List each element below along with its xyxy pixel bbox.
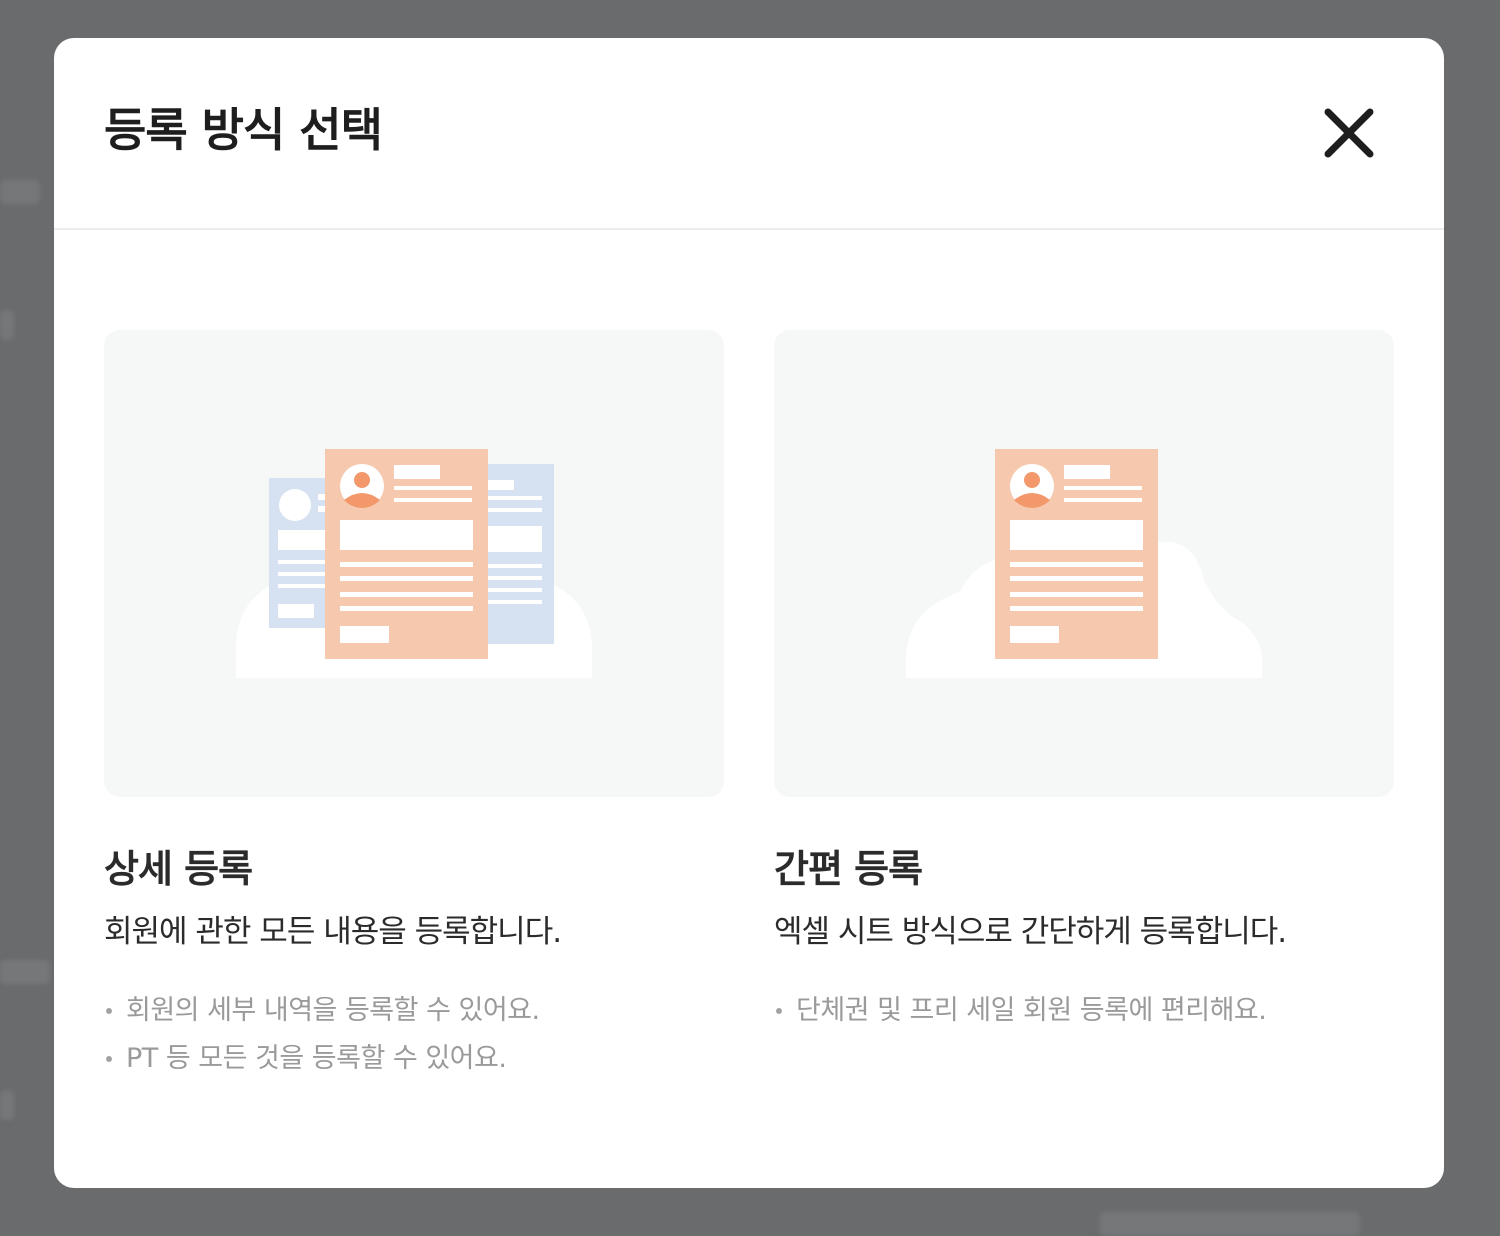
backdrop-hint — [0, 960, 50, 984]
option-detailed-registration[interactable]: 상세 등록 회원에 관한 모든 내용을 등록합니다. 회원의 세부 내역을 등록… — [104, 330, 724, 1083]
close-icon — [1324, 108, 1374, 158]
registration-method-modal: 등록 방식 선택 상세 등록 회원에 관한 모든 내용을 등록합니다. 회원의 … — [54, 38, 1444, 1188]
multiple-profile-documents-icon — [236, 449, 592, 678]
option-description: 엑셀 시트 방식으로 간단하게 등록합니다. — [774, 914, 1287, 950]
feature-item: 회원의 세부 내역을 등록할 수 있어요. — [104, 987, 724, 1035]
backdrop-hint — [0, 310, 14, 340]
bullet-dot-icon — [106, 1056, 112, 1062]
option-simple-registration[interactable]: 간편 등록 엑셀 시트 방식으로 간단하게 등록합니다. 단체권 및 프리 세일… — [774, 330, 1394, 1035]
detailed-registration-illustration[interactable] — [104, 330, 724, 797]
feature-text: PT 등 모든 것을 등록할 수 있어요. — [126, 1043, 507, 1074]
option-title: 간편 등록 — [774, 847, 923, 891]
single-profile-document-icon — [906, 449, 1262, 678]
option-title: 상세 등록 — [104, 847, 253, 891]
close-button[interactable] — [1320, 104, 1378, 162]
feature-list: 단체권 및 프리 세일 회원 등록에 편리해요. — [774, 987, 1394, 1035]
backdrop-hint — [0, 1090, 14, 1120]
simple-registration-illustration[interactable] — [774, 330, 1394, 797]
option-description: 회원에 관한 모든 내용을 등록합니다. — [104, 914, 562, 950]
bullet-dot-icon — [776, 1008, 782, 1014]
backdrop-hint — [0, 180, 40, 204]
feature-text: 단체권 및 프리 세일 회원 등록에 편리해요. — [796, 995, 1267, 1026]
feature-list: 회원의 세부 내역을 등록할 수 있어요. PT 등 모든 것을 등록할 수 있… — [104, 987, 724, 1083]
bullet-dot-icon — [106, 1008, 112, 1014]
feature-item: PT 등 모든 것을 등록할 수 있어요. — [104, 1035, 724, 1083]
backdrop-hint — [1100, 1212, 1360, 1236]
modal-title: 등록 방식 선택 — [104, 103, 383, 157]
feature-text: 회원의 세부 내역을 등록할 수 있어요. — [126, 995, 540, 1026]
modal-header: 등록 방식 선택 — [54, 38, 1444, 230]
feature-item: 단체권 및 프리 세일 회원 등록에 편리해요. — [774, 987, 1394, 1035]
